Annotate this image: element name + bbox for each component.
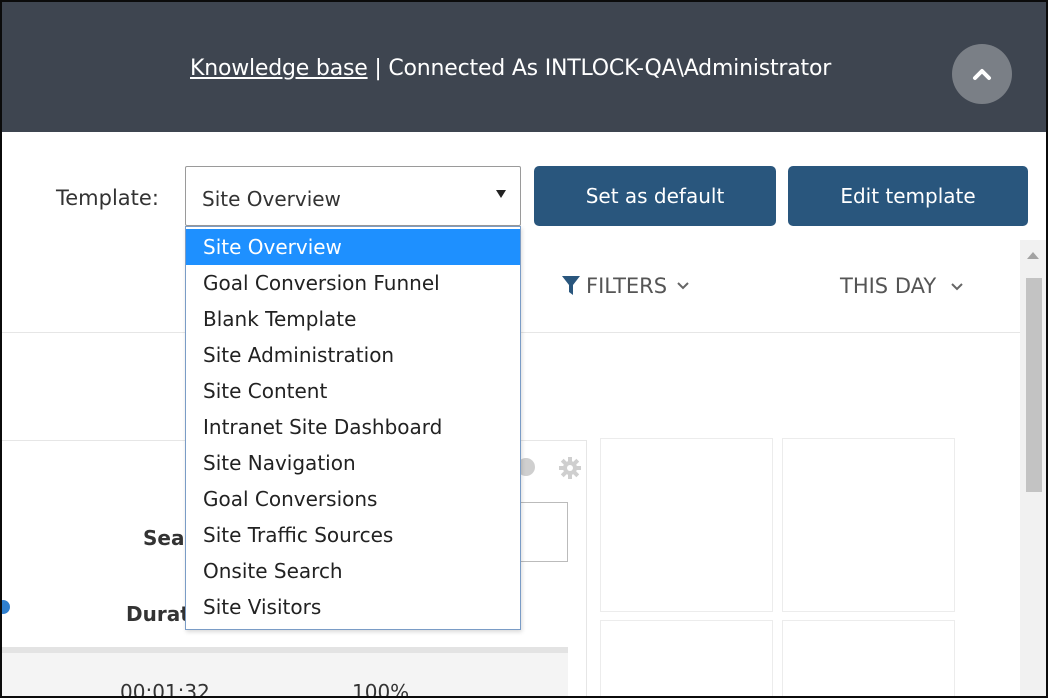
template-option[interactable]: Site Overview [186, 229, 520, 265]
filters-label: FILTERS [586, 274, 668, 298]
duration-cell: 00:01:32 [120, 680, 210, 698]
period-label: THIS DAY [840, 274, 937, 298]
edit-template-button[interactable]: Edit template [788, 166, 1028, 226]
template-option[interactable]: Site Traffic Sources [186, 517, 520, 553]
template-option[interactable]: Onsite Search [186, 553, 520, 589]
template-option[interactable]: Site Navigation [186, 445, 520, 481]
widget-tile [782, 438, 955, 612]
duration-column-header: Durat [126, 602, 190, 626]
widget-tile [600, 620, 773, 696]
scrollbar-thumb[interactable] [1026, 278, 1042, 492]
scroll-up-arrow-icon[interactable] [1027, 252, 1039, 259]
template-option[interactable]: Blank Template [186, 301, 520, 337]
period-selector[interactable]: THIS DAY [840, 274, 965, 298]
chevron-down-icon [951, 283, 963, 291]
connection-info: Knowledge base | Connected As INTLOCK-QA… [190, 56, 831, 81]
top-bar: Knowledge base | Connected As INTLOCK-QA… [2, 2, 1046, 132]
collapse-header-button[interactable] [952, 44, 1012, 104]
widget-tile [600, 438, 773, 612]
filters-toggle[interactable]: FILTERS [562, 274, 697, 298]
percent-cell: 100% [352, 680, 410, 698]
template-select[interactable]: Site Overview [185, 166, 521, 226]
template-option[interactable]: Site Content [186, 373, 520, 409]
chevron-down-icon [677, 282, 689, 290]
app-frame: Knowledge base | Connected As INTLOCK-QA… [0, 0, 1048, 698]
search-label: Sea [143, 526, 185, 550]
chevron-up-icon [973, 69, 991, 80]
widget-tile [782, 620, 955, 696]
template-label: Template: [56, 186, 159, 210]
funnel-icon [562, 276, 580, 295]
set-as-default-button[interactable]: Set as default [534, 166, 776, 226]
template-select-value: Site Overview [202, 187, 341, 211]
caret-down-icon [496, 190, 506, 198]
template-option[interactable]: Intranet Site Dashboard [186, 409, 520, 445]
connected-as-text: | Connected As INTLOCK-QA\Administrator [367, 56, 832, 81]
table-row [2, 653, 568, 696]
template-options-list: Site Overview Goal Conversion Funnel Bla… [185, 226, 521, 630]
gear-icon[interactable] [558, 456, 582, 480]
template-option[interactable]: Site Visitors [186, 589, 520, 625]
template-option[interactable]: Goal Conversion Funnel [186, 265, 520, 301]
template-option[interactable]: Goal Conversions [186, 481, 520, 517]
knowledge-base-link[interactable]: Knowledge base [190, 56, 368, 81]
template-option[interactable]: Site Administration [186, 337, 520, 373]
